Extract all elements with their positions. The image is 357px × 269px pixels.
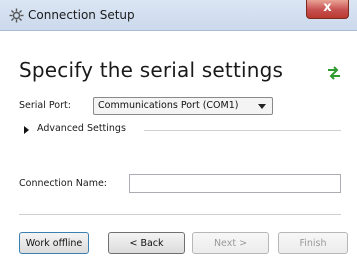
close-button[interactable]: x	[306, 0, 349, 19]
work-offline-button[interactable]: Work offline	[19, 232, 89, 254]
swap-arrows-icon[interactable]	[327, 66, 341, 80]
dialog-content: Specify the serial settings Serial Port:…	[0, 31, 357, 269]
window-title-bar[interactable]: Connection Setup x	[0, 0, 357, 31]
network-gear-icon	[9, 8, 24, 23]
serial-port-value: Communications Port (COM1)	[98, 100, 239, 111]
connection-name-label: Connection Name:	[19, 178, 108, 189]
footer-divider	[19, 214, 341, 215]
finish-button[interactable]: Finish	[278, 232, 348, 254]
serial-port-select[interactable]: Communications Port (COM1)	[93, 97, 273, 115]
connection-name-input[interactable]	[129, 174, 341, 193]
expand-arrow-icon[interactable]	[24, 126, 29, 134]
advanced-settings-toggle[interactable]: Advanced Settings	[37, 123, 126, 134]
back-button[interactable]: < Back	[108, 232, 185, 254]
next-button[interactable]: Next >	[192, 232, 269, 254]
advanced-divider	[144, 130, 341, 131]
serial-port-label: Serial Port:	[19, 100, 71, 111]
window-title: Connection Setup	[28, 8, 135, 22]
page-title: Specify the serial settings	[19, 58, 284, 82]
chevron-down-icon	[258, 104, 266, 109]
close-icon: x	[323, 0, 332, 15]
